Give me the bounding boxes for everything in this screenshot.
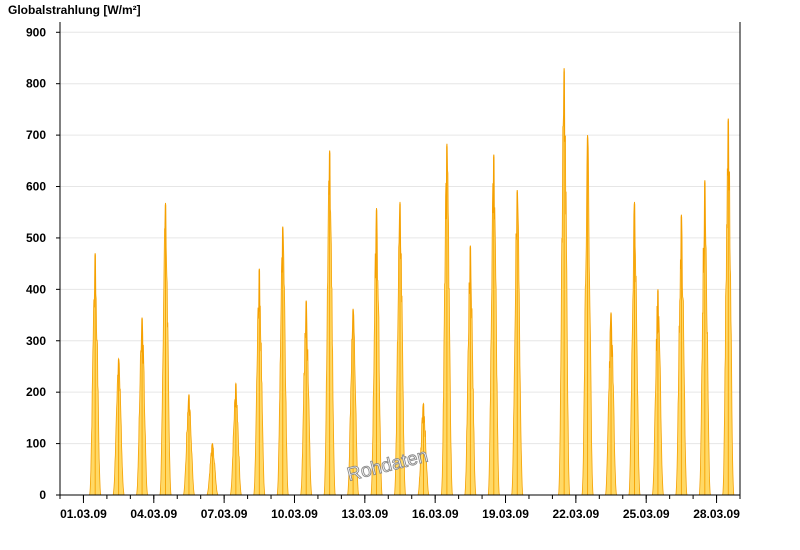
y-tick-label: 100: [26, 437, 46, 451]
chart-title: Globalstrahlung [W/m²]: [8, 3, 141, 17]
y-tick-label: 600: [26, 180, 46, 194]
x-tick-label: 10.03.09: [271, 507, 318, 521]
x-tick-label: 19.03.09: [482, 507, 529, 521]
y-tick-label: 0: [39, 488, 46, 502]
y-tick-label: 200: [26, 385, 46, 399]
y-tick-label: 500: [26, 231, 46, 245]
x-tick-label: 16.03.09: [412, 507, 459, 521]
x-tick-label: 01.03.09: [60, 507, 107, 521]
y-tick-label: 700: [26, 128, 46, 142]
x-tick-label: 07.03.09: [201, 507, 248, 521]
x-tick-label: 25.03.09: [623, 507, 670, 521]
y-tick-label: 900: [26, 25, 46, 39]
solar-radiation-chart: Globalstrahlung [W/m²] 0 100 200 300 400 500 6…: [0, 0, 800, 550]
x-tick-label: 22.03.09: [553, 507, 600, 521]
x-tick-label: 04.03.09: [130, 507, 177, 521]
y-tick-label: 800: [26, 77, 46, 91]
y-tick-label: 400: [26, 282, 46, 296]
x-tick-label: 13.03.09: [341, 507, 388, 521]
y-tick-label: 300: [26, 334, 46, 348]
x-tick-label: 28.03.09: [693, 507, 740, 521]
